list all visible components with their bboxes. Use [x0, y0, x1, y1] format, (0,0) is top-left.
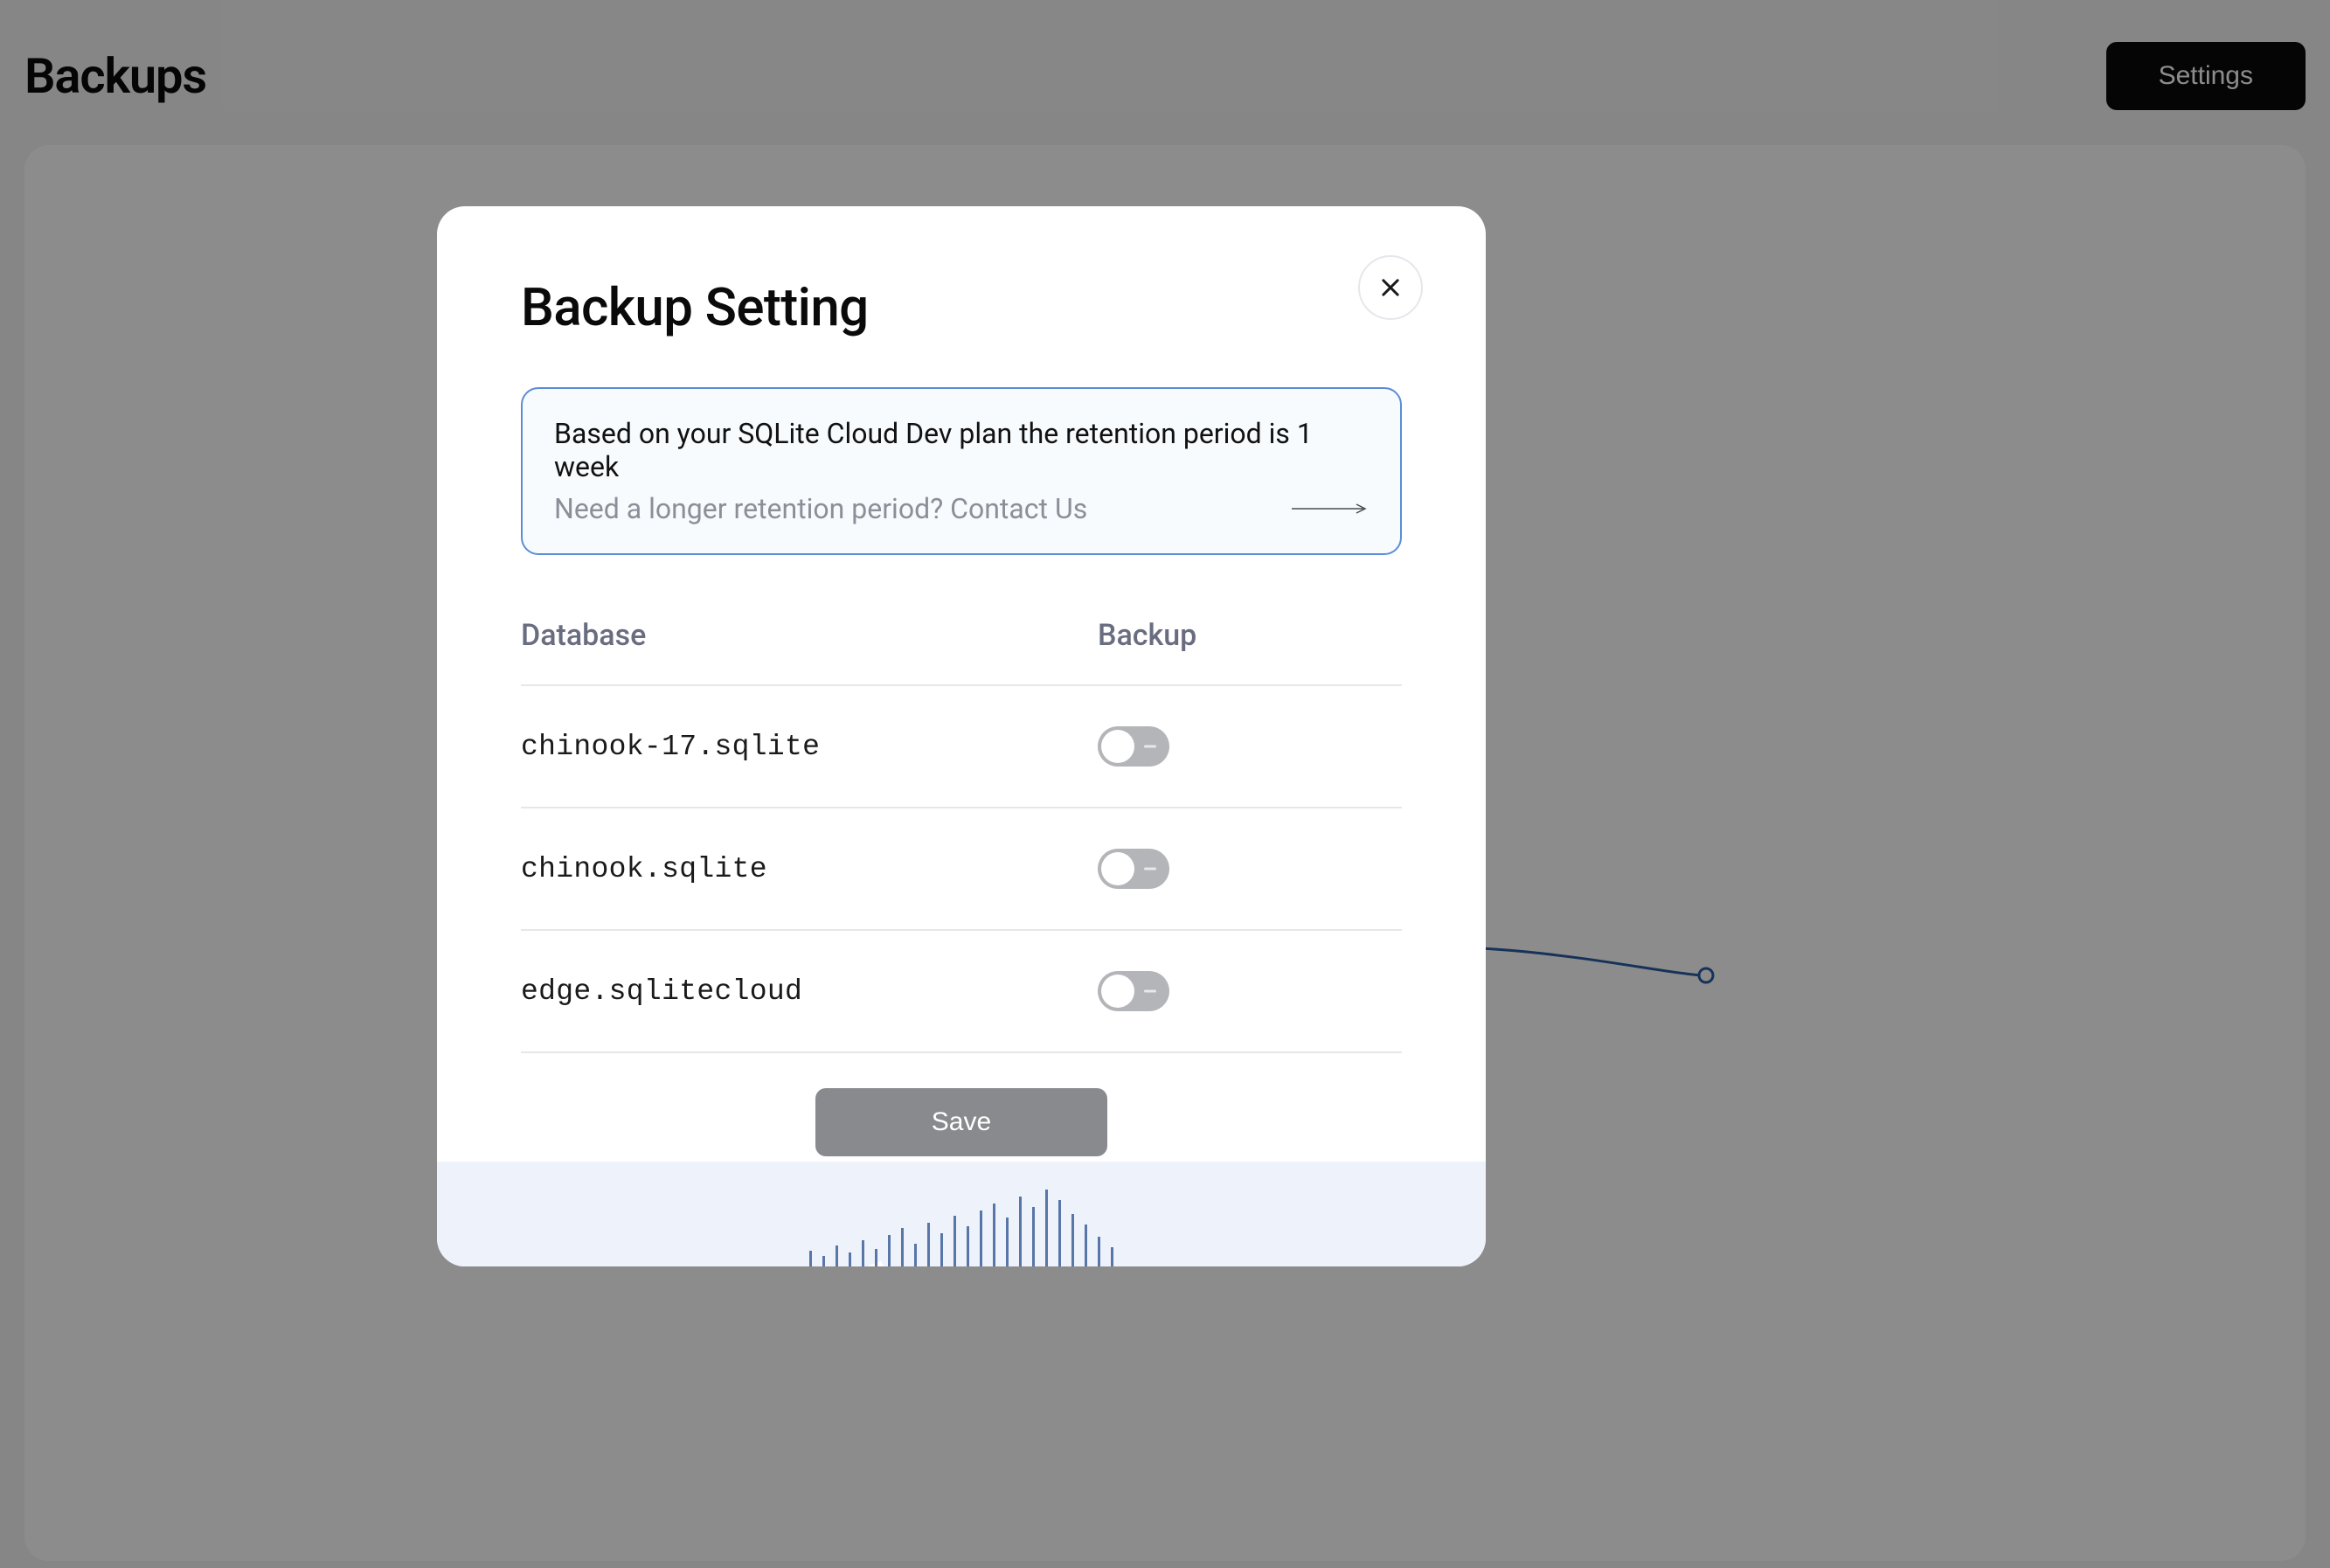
- toggle-knob: [1101, 975, 1134, 1008]
- modal-decoration: [437, 1162, 1486, 1266]
- backup-setting-modal: Backup Setting Based on your SQLite Clou…: [437, 206, 1486, 1266]
- retention-info-banner: Based on your SQLite Cloud Dev plan the …: [521, 387, 1402, 555]
- toggle-knob: [1101, 730, 1134, 763]
- backup-toggle[interactable]: [1098, 726, 1169, 767]
- table-row: edge.sqlitecloud: [521, 931, 1402, 1053]
- close-icon: [1378, 275, 1403, 300]
- column-header-database: Database: [521, 618, 1098, 653]
- table-row: chinook-17.sqlite: [521, 686, 1402, 808]
- toggle-off-indicator: [1144, 990, 1156, 993]
- database-name: chinook-17.sqlite: [521, 731, 1098, 763]
- banner-primary-text: Based on your SQLite Cloud Dev plan the …: [554, 417, 1369, 483]
- modal-footer: Save: [521, 1053, 1402, 1156]
- table-row: chinook.sqlite: [521, 808, 1402, 931]
- toggle-knob: [1101, 852, 1134, 885]
- database-name: chinook.sqlite: [521, 853, 1098, 885]
- toggle-off-indicator: [1144, 868, 1156, 871]
- arrow-right-icon: [1292, 502, 1369, 516]
- bars-decoration: [809, 1190, 1113, 1266]
- backup-toggle[interactable]: [1098, 849, 1169, 889]
- table-header: Database Backup: [521, 618, 1402, 686]
- banner-secondary-text[interactable]: Need a longer retention period? Contact …: [554, 492, 1087, 525]
- close-button[interactable]: [1358, 255, 1423, 320]
- modal-title: Backup Setting: [521, 276, 1402, 338]
- column-header-backup: Backup: [1098, 618, 1196, 653]
- database-name: edge.sqlitecloud: [521, 975, 1098, 1008]
- backup-toggle[interactable]: [1098, 971, 1169, 1011]
- save-button[interactable]: Save: [815, 1088, 1107, 1156]
- toggle-off-indicator: [1144, 746, 1156, 748]
